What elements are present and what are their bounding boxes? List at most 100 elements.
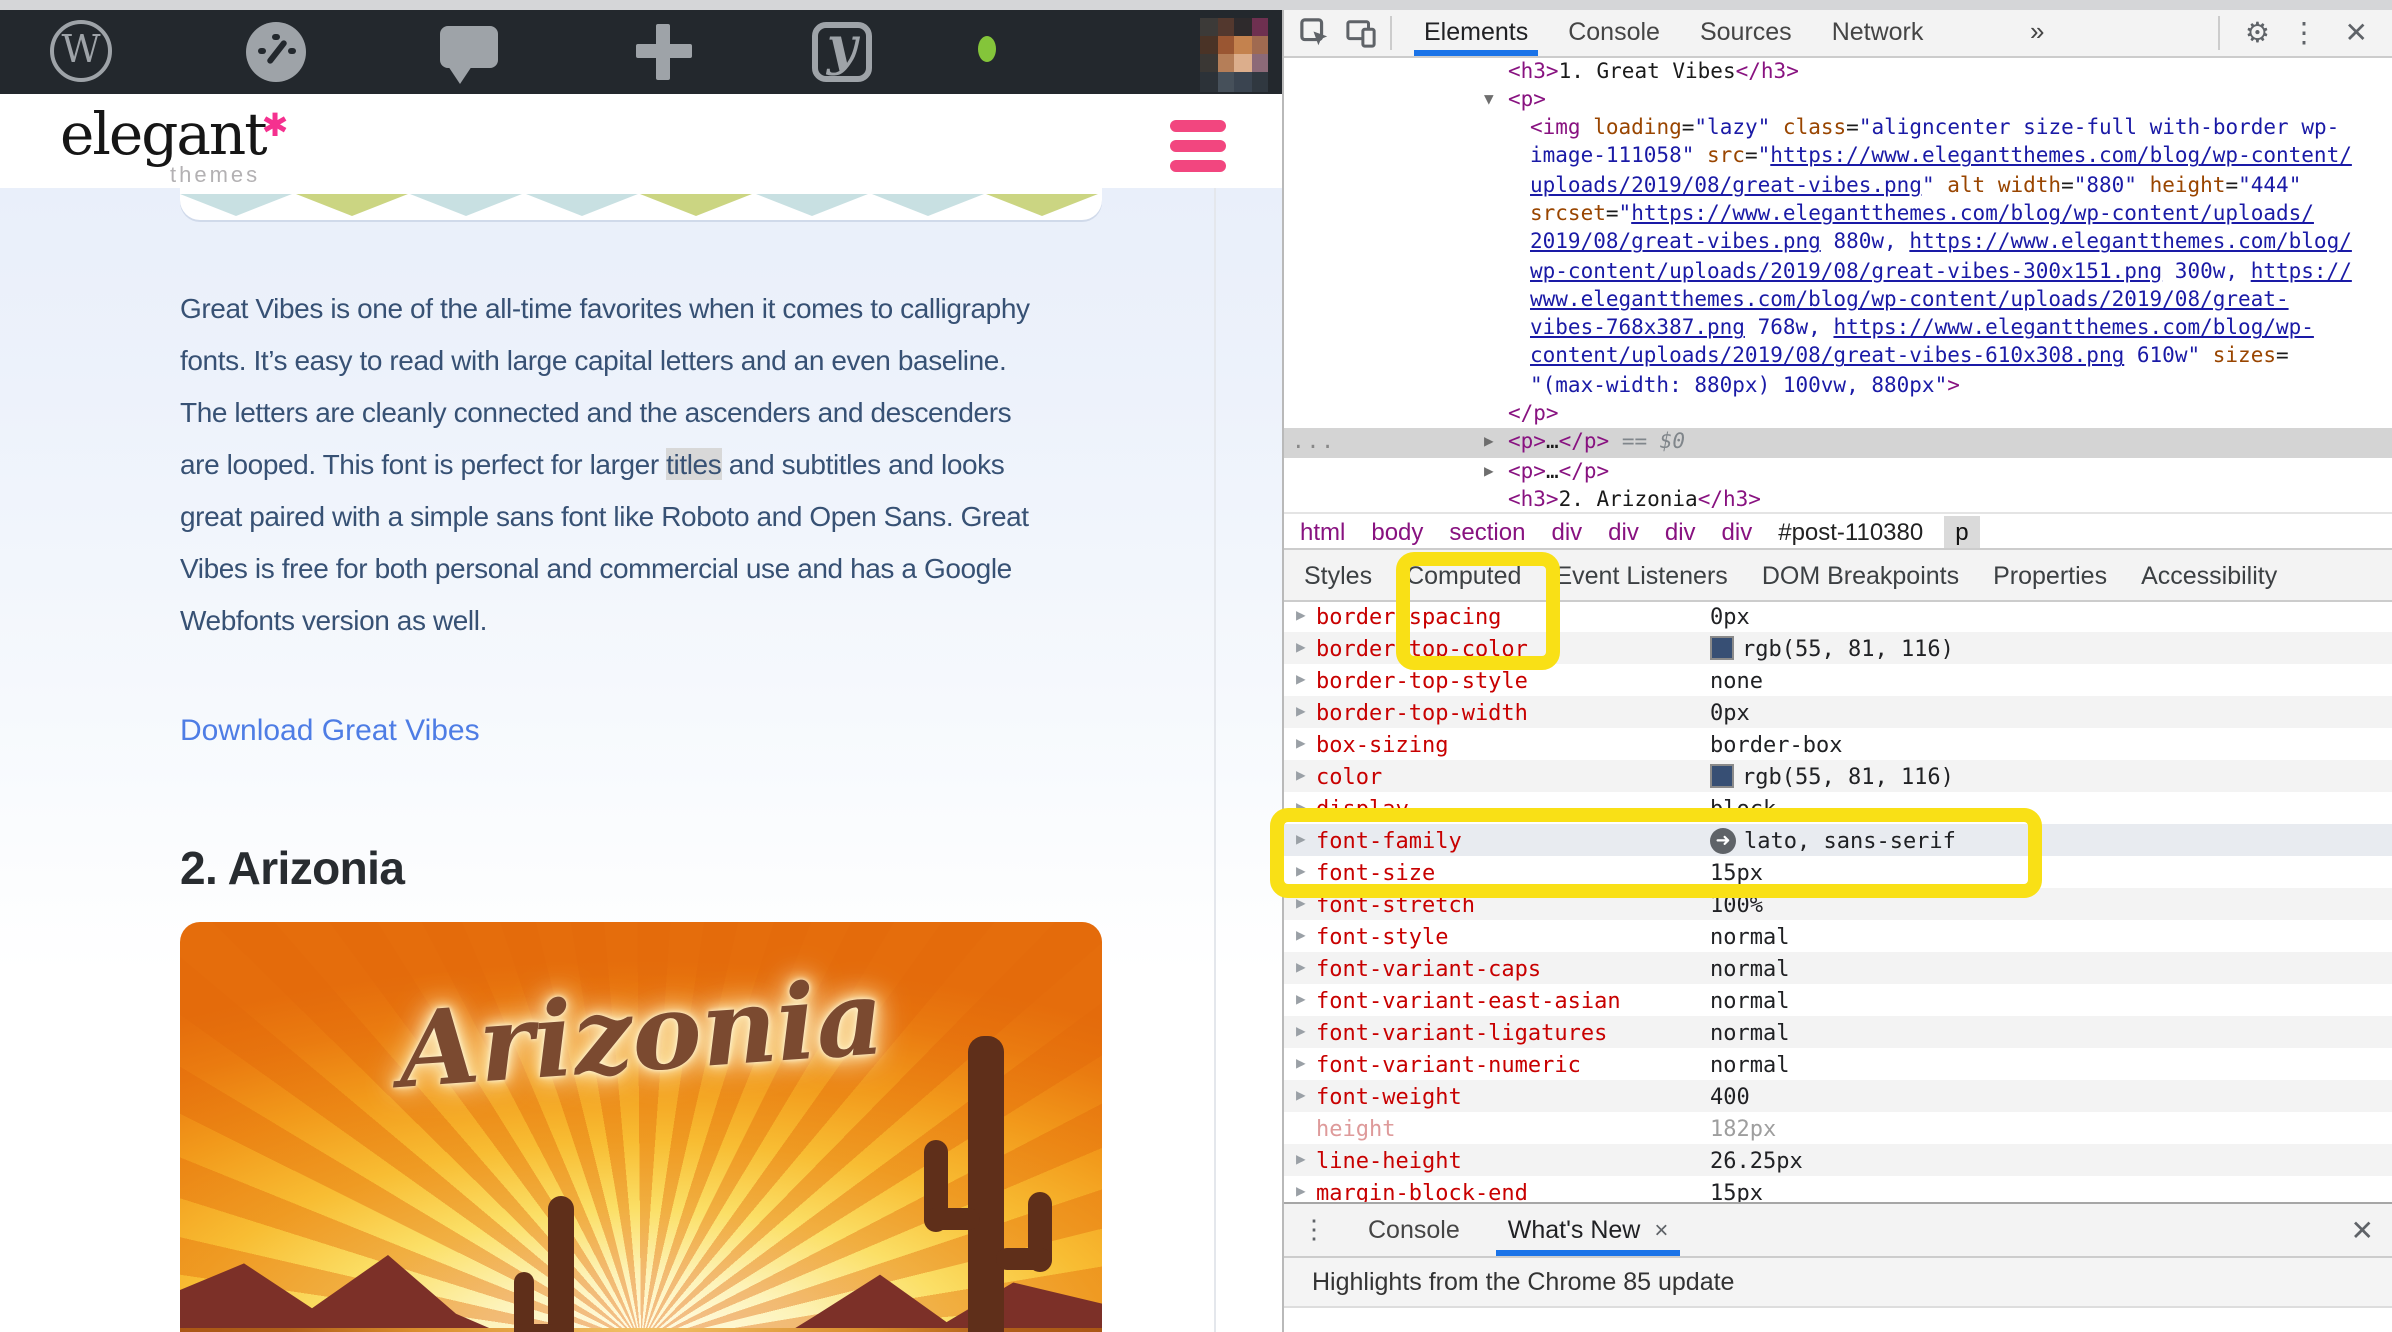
elements-tree-node[interactable]: <h3>2. Arizonia</h3> [1284,486,2392,514]
elements-tree-node[interactable]: 2019/08/great-vibes.png 880w, https://ww… [1284,229,2392,258]
devtools-tab-network[interactable]: Network [1812,9,1944,55]
elements-tree-node[interactable]: image-111058" src="https://www.elegantth… [1284,143,2392,172]
whats-new-banner[interactable]: Highlights from the Chrome 85 update [1284,1258,2392,1308]
hamburger-menu-icon[interactable] [1170,120,1226,180]
elements-tree-node[interactable]: ▶ <p>…</p> [1284,457,2392,486]
breadcrumb-item[interactable]: div [1722,517,1753,545]
disclosure-arrow-icon[interactable]: ▶ [1296,607,1306,624]
elements-tree-node[interactable]: srcset="https://www.elegantthemes.com/bl… [1284,200,2392,229]
disclosure-arrow-icon[interactable]: ▶ [1296,895,1306,912]
elements-tree-node[interactable]: wp-content/uploads/2019/08/great-vibes-3… [1284,257,2392,286]
computed-property-row[interactable]: ▶ font-variant-numeric normal [1284,1048,2392,1080]
disclosure-arrow-icon[interactable]: ▶ [1296,863,1306,880]
close-devtools-icon[interactable]: ✕ [2345,9,2368,55]
computed-property-row[interactable]: ▶ border-top-width 0px [1284,696,2392,728]
kebab-menu-icon[interactable]: ⋮ [2290,9,2318,55]
computed-property-row[interactable]: ▶ box-sizing border-box [1284,728,2392,760]
sidebar-tab-accessibility[interactable]: Accessibility [2141,561,2277,589]
disclosure-arrow-icon[interactable]: ▶ [1296,1055,1306,1072]
elements-tree-node[interactable]: vibes-768x387.png 768w, https://www.eleg… [1284,314,2392,343]
dashboard-gauge-icon[interactable] [246,21,306,81]
computed-property-row[interactable]: ▶ font-size 15px [1284,856,2392,888]
disclosure-arrow-icon[interactable]: ▶ [1296,927,1306,944]
download-great-vibes-link[interactable]: Download Great Vibes [180,713,480,747]
close-tab-icon[interactable]: × [1654,1216,1668,1244]
drawer-menu-icon[interactable]: ⋮ [1284,1214,1344,1246]
breadcrumb-item[interactable]: body [1371,517,1423,545]
elements-tree-node[interactable]: ... ▶ <p>…</p> == $0 [1284,428,2392,458]
device-toolbar-icon[interactable] [1346,17,1376,47]
elements-tree-node[interactable]: uploads/2019/08/great-vibes.png" alt wid… [1284,171,2392,200]
elements-tree-node[interactable]: www.elegantthemes.com/blog/wp-content/up… [1284,286,2392,315]
computed-property-row[interactable]: ▶ border-top-style none [1284,664,2392,696]
overflow-dots-icon[interactable]: ... [1292,429,1336,458]
yoast-seo-icon[interactable]: y [812,21,872,81]
disclosure-arrow-icon[interactable]: ▶ [1296,767,1306,784]
sidebar-tab-dom-breakpoints[interactable]: DOM Breakpoints [1762,561,1959,589]
disclosure-arrow-icon[interactable]: ▶ [1296,799,1306,816]
breadcrumb-item[interactable]: #post-110380 [1778,517,1923,545]
computed-property-row[interactable]: ▶ font-weight 400 [1284,1080,2392,1112]
disclosure-arrow-icon[interactable]: ▶ [1296,639,1306,656]
computed-property-row[interactable]: ▶ font-stretch 100% [1284,888,2392,920]
computed-property-row[interactable]: ▶ border-spacing 0px [1284,600,2392,632]
elements-tree-node[interactable]: ▼ <p> [1284,86,2392,115]
breadcrumb-item[interactable]: div [1665,517,1696,545]
elements-tree-node[interactable]: </p> [1284,400,2392,429]
expand-arrow-icon[interactable]: ▶ [1484,429,1494,458]
inspect-element-icon[interactable] [1300,17,1330,47]
computed-property-row[interactable]: ▶ font-family ➜ lato, sans-serif [1284,824,2392,856]
computed-property-row[interactable]: ▶ font-variant-east-asian normal [1284,984,2392,1016]
more-tabs-icon[interactable]: » [2030,9,2044,53]
devtools-tab-console[interactable]: Console [1548,9,1680,55]
drawer-tab-what-s-new[interactable]: What's New × [1484,1204,1693,1256]
close-drawer-icon[interactable]: ✕ [2351,1204,2374,1256]
comments-icon[interactable] [440,25,498,83]
breadcrumb-item[interactable]: div [1608,517,1639,545]
wordpress-logo-icon[interactable]: W [50,19,112,81]
breadcrumb-item[interactable]: section [1449,517,1525,545]
computed-property-row[interactable]: ▶ display block [1284,792,2392,824]
disclosure-arrow-icon[interactable]: ▶ [1296,1087,1306,1104]
breadcrumb-item[interactable]: html [1300,517,1345,545]
new-post-plus-icon[interactable] [635,44,691,58]
computed-property-row[interactable]: ▶ color rgb(55, 81, 116) [1284,760,2392,792]
expand-arrow-icon[interactable]: ▶ [1484,457,1494,486]
elements-tree-node[interactable]: <h3>1. Great Vibes</h3> [1284,57,2392,86]
expand-arrow-icon[interactable]: ▼ [1484,86,1494,115]
disclosure-arrow-icon[interactable]: ▶ [1296,959,1306,976]
sidebar-tab-properties[interactable]: Properties [1993,561,2107,589]
computed-property-row[interactable]: ▶ font-variant-caps normal [1284,952,2392,984]
computed-property-row[interactable]: ▶ border-top-color rgb(55, 81, 116) [1284,632,2392,664]
disclosure-arrow-icon[interactable]: ▶ [1296,831,1306,848]
elegant-themes-logo[interactable]: elegant✱ [60,99,288,167]
breadcrumb-item[interactable]: p [1943,515,1981,547]
disclosure-arrow-icon[interactable]: ▶ [1296,991,1306,1008]
elements-tree-node[interactable]: "(max-width: 880px) 100vw, 880px"> [1284,372,2392,401]
computed-property-row[interactable]: height 182px [1284,1112,2392,1144]
disclosure-arrow-icon[interactable]: ▶ [1296,1023,1306,1040]
disclosure-arrow-icon[interactable]: ▶ [1296,703,1306,720]
sidebar-tab-event-listeners[interactable]: Event Listeners [1555,561,1727,589]
devtools-tab-elements[interactable]: Elements [1404,9,1548,55]
settings-gear-icon[interactable]: ⚙ [2245,9,2270,55]
breadcrumb-item[interactable]: div [1551,517,1582,545]
chevron-triangle [986,193,1099,215]
devtools-tab-sources[interactable]: Sources [1680,9,1812,55]
disclosure-arrow-icon[interactable]: ▶ [1296,735,1306,752]
computed-property-row[interactable]: ▶ line-height 26.25px [1284,1144,2392,1176]
computed-property-row[interactable]: ▶ font-variant-ligatures normal [1284,1016,2392,1048]
drawer-tab-console[interactable]: Console [1344,1204,1484,1256]
elements-tree-node[interactable]: <img loading="lazy" class="aligncenter s… [1284,114,2392,143]
disclosure-arrow-icon[interactable]: ▶ [1296,1183,1306,1200]
disclosure-arrow-icon[interactable]: ▶ [1296,1151,1306,1168]
goto-source-arrow-icon[interactable]: ➜ [1710,827,1736,853]
computed-property-row[interactable]: ▶ font-style normal [1284,920,2392,952]
user-avatar[interactable] [1200,17,1268,91]
sidebar-tab-computed[interactable]: Computed [1406,561,1521,589]
property-name: font-variant-ligatures [1316,1019,1608,1045]
disclosure-arrow-icon[interactable]: ▶ [1296,671,1306,688]
sidebar-tab-styles[interactable]: Styles [1304,561,1372,589]
elements-tree-node[interactable]: content/uploads/2019/08/great-vibes-610x… [1284,343,2392,372]
computed-property-row[interactable]: ▶ margin-block-end 15px [1284,1176,2392,1202]
